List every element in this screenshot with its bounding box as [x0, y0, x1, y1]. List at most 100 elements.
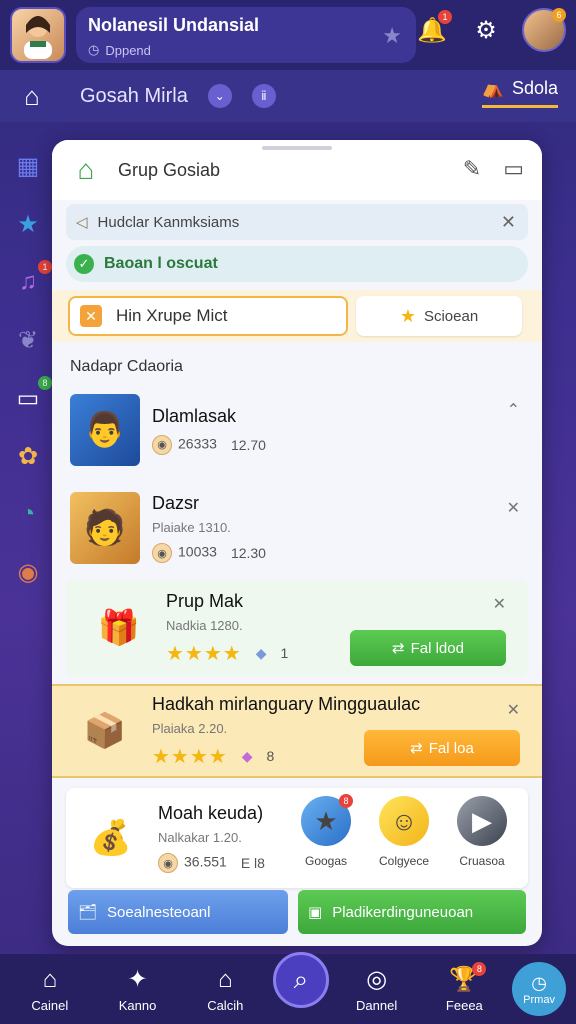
top-bar: Nolanesil Undansial ◷ Dppend ★ 🔔 1 ⚙ 6: [0, 0, 576, 70]
tab-home[interactable]: ⌂ Cainel: [10, 966, 90, 1013]
list-item[interactable]: 🎁 Prup Mak Nadkia 1280. ★★★★ ◆ 1 ✕ ⇄ Fal…: [66, 580, 528, 676]
list-item[interactable]: 👨 Dlamlasak ◉ 26333 12.70 ⌃: [52, 386, 542, 474]
compass-icon[interactable]: ◔: [10, 496, 46, 532]
tab-label: Dannel: [356, 997, 398, 1013]
user-info[interactable]: Nolanesil Undansial ◷ Dppend ★: [76, 7, 416, 63]
target-icon: ◎: [366, 966, 388, 993]
claim-button[interactable]: ⇄ Fal ldod: [350, 630, 506, 666]
item-thumbnail: 💰: [89, 819, 133, 857]
footer-buttons: 🗂 Soealnesteoanl ▣ Pladikerdinguneuoan: [68, 890, 526, 934]
tab-events[interactable]: ◎ Dannel: [337, 966, 417, 1013]
sidebar: ▦ ★ ♫ 1 ❦ ▭ 8 ✿ ◔ ◉: [0, 140, 56, 590]
tab-label: Kanno: [118, 997, 157, 1013]
info-icon[interactable]: ⅱ: [251, 84, 276, 108]
tablet-icon[interactable]: ▭ 8: [10, 376, 52, 416]
nav-right-label: Sdola: [511, 78, 558, 98]
tab-rewards[interactable]: 🏆 8 Feeea: [424, 961, 504, 1013]
drag-handle[interactable]: [262, 146, 332, 150]
star-icon: ★ 8: [301, 794, 353, 846]
tag-icon[interactable]: ✎: [463, 156, 481, 182]
bubble-label: Cruasoa: [459, 854, 505, 868]
bubble-label: Colgyece: [378, 854, 430, 868]
tablet-badge: 8: [38, 376, 52, 390]
bubble-group: ★ 8 Googas ☺ Colgyece ▶ Cruasoa: [290, 794, 518, 868]
music-badge: 1: [38, 260, 52, 274]
item-title: Prup Mak: [166, 590, 244, 611]
close-icon[interactable]: ✕: [507, 700, 520, 720]
bubble-item[interactable]: ▶ Cruasoa: [446, 796, 518, 868]
chevron-down-icon[interactable]: ⌄: [207, 84, 232, 108]
close-icon[interactable]: ✕: [501, 212, 516, 233]
tab-label: Cainel: [31, 997, 69, 1013]
music-icon[interactable]: ♫ 1: [10, 260, 52, 300]
nav-title: Gosah Mirla: [80, 84, 188, 107]
user-avatar[interactable]: [10, 7, 66, 63]
star-icon[interactable]: ★: [10, 206, 46, 242]
person-icon: [24, 16, 52, 59]
user-name: Nolanesil Undansial: [88, 15, 260, 35]
tab-label: Prmav: [523, 993, 555, 1006]
item-meta: ◉ 10033 12.30: [152, 543, 528, 563]
bubble-badge: 8: [339, 794, 353, 808]
message-icon[interactable]: ▭: [503, 156, 524, 182]
item-body: Dlamlasak ◉ 26333 12.70: [152, 406, 528, 455]
bubble-item[interactable]: ★ 8 Googas: [290, 794, 362, 868]
star-icon[interactable]: ★: [382, 23, 402, 49]
profile-avatar[interactable]: 6: [522, 8, 566, 52]
success-text: Baoan l oscuat: [104, 255, 218, 272]
item-meta: ◉ 26333 12.70: [152, 434, 528, 455]
coin-icon: ◉: [158, 853, 178, 873]
item-meta-1: 10033: [178, 543, 217, 560]
search-button[interactable]: ⌕: [272, 952, 329, 1008]
notice-row: ◁ Hudclar Kanmksiams ✕: [66, 204, 528, 240]
action-strip: ✕ Hin Xrupe Mict ★ Scioean: [52, 290, 542, 342]
house-icon: ⌂: [218, 965, 233, 993]
tab-team[interactable]: ✦ Kanno: [98, 966, 178, 1013]
bubble-item[interactable]: ☺ Colgyece: [368, 796, 440, 868]
gem-icon: ◆: [241, 747, 253, 764]
close-icon[interactable]: ✕: [507, 498, 520, 518]
secondary-nav: ⌂ Gosah Mirla ⌄ ⅱ ⛺ Sdola: [0, 70, 576, 122]
item-meta-2: E l8: [240, 855, 265, 871]
list-item[interactable]: 💰 Moah keuda) Nalkakar 1.20. ◉ 36.551 E l…: [66, 788, 528, 888]
footer-left-label: Soealnesteoanl: [107, 903, 211, 921]
coin-icon: ◉: [152, 543, 172, 563]
settings-button[interactable]: ⚙: [468, 12, 504, 48]
home-button[interactable]: ⌂: [14, 78, 50, 114]
swap-icon: ⇄: [410, 740, 423, 757]
clock-icon: ◷: [88, 42, 100, 57]
bell-button[interactable]: 🔔 1: [414, 10, 452, 48]
nav-right-tab[interactable]: ⛺ Sdola: [481, 78, 558, 108]
item-title: Hadkah mirlanguary Mingguaulac: [152, 693, 421, 714]
footer-left-button[interactable]: 🗂 Soealnesteoanl: [68, 890, 288, 934]
claim-button[interactable]: ⇄ Fal loa: [364, 730, 520, 766]
list-item[interactable]: 🧑 Dazsr Plaiake 1310. ◉ 10033 12.30 ✕: [52, 484, 542, 572]
shell-icon[interactable]: ◉: [10, 554, 46, 590]
bubble-label: Googas: [304, 854, 348, 868]
list-item[interactable]: 📦 Hadkah mirlanguary Mingguaulac Plaiaka…: [52, 684, 542, 778]
footer-right-button[interactable]: ▣ Pladikerdinguneuoan: [298, 890, 526, 934]
mission-button[interactable]: ✕ Hin Xrupe Mict: [68, 296, 348, 336]
footer-right-label: Pladikerdinguneuoan: [332, 903, 474, 921]
gear-icon[interactable]: ✿: [10, 438, 46, 474]
item-extra: 8: [266, 748, 275, 764]
main-panel: ⌂ Grup Gosiab ✎ ▭ ◁ Hudclar Kanmksiams ✕…: [52, 140, 542, 946]
search-icon: ⌕: [293, 964, 309, 994]
folder-icon: 🗂: [78, 904, 98, 921]
rewards-badge: 8: [472, 961, 487, 976]
tab-profile[interactable]: ◷ Prmav: [512, 962, 567, 1016]
item-title: Dazsr: [152, 493, 200, 513]
secondary-button[interactable]: ★ Scioean: [356, 296, 522, 336]
image-icon: ▣: [308, 904, 323, 921]
avatar-badge: 6: [552, 8, 566, 22]
close-icon[interactable]: ✕: [493, 594, 506, 614]
tab-label: Calcih: [207, 997, 244, 1013]
item-thumbnail: 🎁: [97, 609, 141, 647]
expand-icon[interactable]: ⌃: [507, 400, 520, 420]
item-title: Dlamlasak: [152, 405, 237, 426]
tab-label: Feeea: [445, 997, 483, 1013]
leaf-icon[interactable]: ❦: [10, 322, 46, 358]
tab-shop[interactable]: ⌂ Calcih: [185, 966, 265, 1013]
top-actions: 🔔 1 ⚙ 6: [414, 8, 566, 52]
grid-icon[interactable]: ▦: [10, 148, 46, 184]
